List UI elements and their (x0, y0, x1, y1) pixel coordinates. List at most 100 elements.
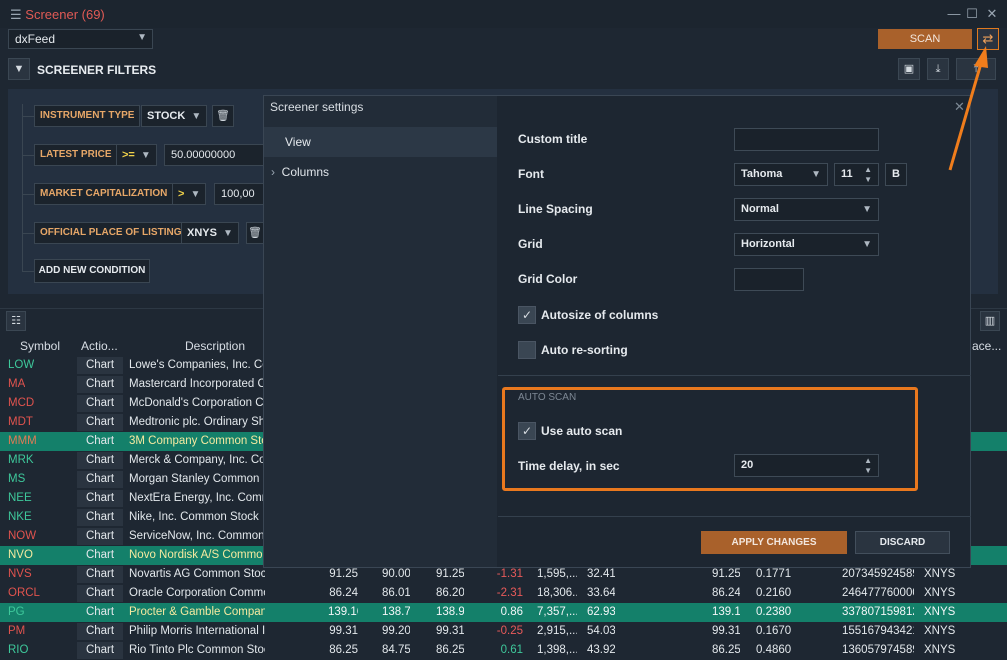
condition-field[interactable]: MARKET CAPITALIZATION (34, 183, 174, 205)
save-icon: ▣ (903, 63, 915, 75)
chart-link[interactable]: Chart (77, 623, 123, 640)
chart-link[interactable]: Chart (77, 471, 123, 488)
condition-value-select[interactable]: STOCK ▼ (141, 105, 208, 127)
minimize-icon[interactable]: — (946, 6, 962, 21)
trash-icon: 🗑 (216, 110, 230, 122)
column-header-actions[interactable]: Actio... (81, 339, 118, 353)
column-header-place[interactable]: ace... (972, 339, 1001, 353)
custom-title-input[interactable] (734, 128, 879, 151)
data-cell: 43.92 (587, 644, 615, 656)
delete-condition-button[interactable]: 🗑 (246, 222, 264, 244)
chevron-down-icon: ▼ (190, 189, 201, 200)
discard-button[interactable]: DISCARD (855, 531, 950, 554)
line-spacing-label: Line Spacing (518, 202, 593, 216)
apply-changes-button[interactable]: APPLY CHANGES (701, 531, 847, 554)
data-cell: 139.16 (712, 606, 740, 618)
tree-branch (22, 233, 34, 234)
data-cell: 86.24 (329, 587, 358, 599)
delete-condition-button[interactable]: 🗑 (212, 105, 234, 127)
custom-title-label: Custom title (518, 132, 588, 146)
chart-link[interactable]: Chart (77, 414, 123, 431)
save-filters-button[interactable]: ▣ (898, 58, 920, 80)
chart-link[interactable]: Chart (77, 547, 123, 564)
symbol-cell: PG (8, 606, 25, 618)
data-cell: 0.4860 (756, 644, 792, 656)
font-size-value: 11 (841, 168, 853, 180)
data-cell: 139.16 (328, 606, 358, 618)
chart-link[interactable]: Chart (77, 395, 123, 412)
grid-color-swatch[interactable] (734, 268, 804, 291)
table-row[interactable]: RIO Chart Rio Tinto Plc Common Stock 86.25 8… (0, 641, 1007, 660)
chart-link[interactable]: Chart (77, 357, 123, 374)
data-cell: -1.31 (496, 568, 523, 580)
font-size-stepper[interactable]: 11 ▲ ▼ (834, 163, 879, 186)
condition-field[interactable]: INSTRUMENT TYPE (34, 105, 141, 127)
maximize-icon[interactable]: ☐ (964, 6, 980, 22)
chart-link[interactable]: Chart (77, 585, 123, 602)
data-cell: 0.2380 (756, 606, 792, 618)
description-cell: Procter & Gamble Company (Th... (129, 606, 265, 618)
condition-operator-select[interactable]: > ▼ (172, 183, 207, 205)
data-cell: 90.00 (382, 568, 410, 580)
chart-link[interactable]: Chart (77, 490, 123, 507)
data-source-value: dxFeed (15, 32, 56, 46)
condition-operator-select[interactable]: >= ▼ (116, 144, 157, 166)
column-header-description[interactable]: Description (185, 339, 245, 353)
nav-item-columns[interactable]: › Columns (271, 165, 329, 179)
table-row[interactable]: PM Chart Philip Morris International Inc C… (0, 622, 1007, 641)
data-cell: -2.31 (496, 587, 523, 599)
chart-link[interactable]: Chart (77, 452, 123, 469)
condition-operator: >= (122, 149, 135, 161)
table-row[interactable]: PG Chart Procter & Gamble Company (Th... 13… (0, 603, 1007, 622)
symbol-cell: NKE (8, 511, 32, 523)
divider (498, 516, 971, 517)
chart-link[interactable]: Chart (77, 528, 123, 545)
check-icon: ✓ (521, 308, 533, 322)
condition-field[interactable]: LATEST PRICE (34, 144, 118, 166)
close-icon[interactable]: ✕ (984, 6, 1000, 22)
condition-value-input[interactable]: 100,00 (214, 183, 264, 205)
condition-value-select[interactable]: XNYS ▼ (181, 222, 239, 244)
chart-link[interactable]: Chart (77, 433, 123, 450)
grid-color-label: Grid Color (518, 272, 578, 286)
column-header-symbol[interactable]: Symbol (20, 339, 60, 353)
table-row[interactable]: ORCL Chart Oracle Corporation Common St...… (0, 584, 1007, 603)
data-cell: 136057974589 (842, 644, 914, 656)
window-title: ☰ Screener (69) (10, 7, 105, 23)
bar-chart-icon: ▥ (984, 315, 996, 327)
autosize-label: Autosize of columns (541, 308, 659, 322)
auto-resorting-checkbox[interactable] (518, 341, 536, 359)
data-source-select[interactable]: dxFeed ▼ (8, 29, 153, 49)
filters-title: SCREENER FILTERS (37, 63, 157, 77)
chart-link[interactable]: Chart (77, 509, 123, 526)
description-cell: NextEra Energy, Inc. Comn (129, 492, 265, 504)
chevron-down-icon: ▼ (222, 228, 233, 239)
filters-collapse-toggle[interactable]: ▼ (8, 58, 30, 80)
autosize-checkbox[interactable]: ✓ (518, 306, 536, 324)
menu-icon[interactable]: ☰ (10, 7, 22, 22)
grid-select[interactable]: Horizontal ▼ (734, 233, 879, 256)
nav-item-view[interactable]: View (264, 127, 497, 157)
title-bar: ☰ Screener (69) — ☐ ✕ (0, 0, 1007, 28)
data-cell: 0.1771 (756, 568, 792, 580)
arrow-shaft (948, 59, 984, 171)
add-condition-button[interactable]: ADD NEW CONDITION (34, 259, 150, 283)
data-cell: 99.31 (436, 625, 464, 637)
auto-scan-highlight-box (502, 387, 918, 491)
font-family-select[interactable]: Tahoma ▼ (734, 163, 828, 186)
symbol-cell: LOW (8, 359, 35, 371)
chart-link[interactable]: Chart (77, 642, 123, 659)
data-cell: 1,398,... (537, 644, 577, 656)
symbol-cell: NVO (8, 549, 33, 561)
chart-button[interactable]: ▥ (980, 311, 1000, 331)
line-spacing-select[interactable]: Normal ▼ (734, 198, 879, 221)
chart-link[interactable]: Chart (77, 566, 123, 583)
condition-value-input[interactable]: 50.00000000 (164, 144, 264, 166)
condition-field[interactable]: OFFICIAL PLACE OF LISTING (34, 222, 188, 244)
chart-link[interactable]: Chart (77, 376, 123, 393)
nav-item-label: Columns (281, 165, 330, 179)
symbol-cell: MMM (8, 435, 37, 447)
bold-toggle-button[interactable]: B (885, 163, 907, 186)
columns-list-button[interactable]: ☷ (6, 311, 26, 331)
chart-link[interactable]: Chart (77, 604, 123, 621)
